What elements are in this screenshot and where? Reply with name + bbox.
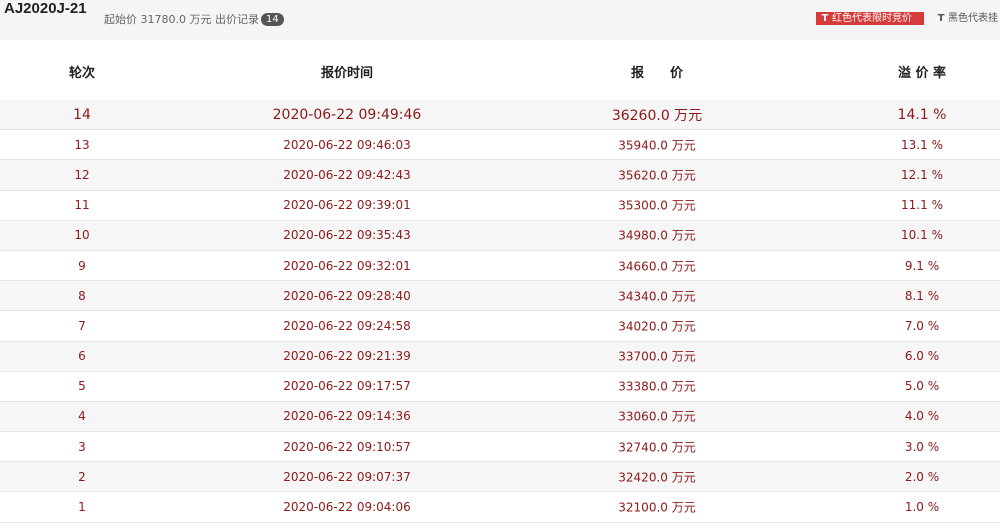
premium-cell: 10.1 % [901, 228, 943, 243]
price-cell: 35620.0 万元 [618, 168, 696, 183]
time-cell: 2020-06-22 09:10:57 [283, 439, 411, 454]
premium-cell: 2.0 % [904, 469, 940, 484]
price-cell: 35300.0 万元 [618, 198, 696, 213]
table-row: 8 2020-06-22 09:28:40 34340.0 万元 8.1 % [0, 281, 1000, 312]
table-row: 3 2020-06-22 09:10:57 32740.0 万元 3.0 % [0, 432, 1000, 463]
table-row: 10 2020-06-22 09:35:43 34980.0 万元 10.1 % [0, 220, 1000, 251]
time-cell: 2020-06-22 09:07:37 [283, 469, 411, 484]
round-cell: 5 [78, 379, 86, 394]
table-row: 5 2020-06-22 09:17:57 33380.0 万元 5.0 % [0, 371, 1000, 402]
price-cell: 33060.0 万元 [618, 409, 696, 424]
premium-cell: 11.1 % [901, 198, 943, 213]
top-bar: AJ2020J-21 起始价 31780.0 万元 出价记录 14 T 红色代表限时… [0, 0, 1000, 40]
price-cell: 34020.0 万元 [618, 319, 696, 334]
time-cell: 2020-06-22 09:04:06 [283, 500, 411, 515]
premium-cell: 6.0 % [904, 349, 940, 364]
time-cell: 2020-06-22 09:35:43 [283, 228, 411, 243]
premium-cell: 5.0 % [904, 379, 940, 394]
legend-t-icon-black: T [937, 13, 945, 24]
table-row: 6 2020-06-22 09:21:39 33700.0 万元 6.0 % [0, 341, 1000, 372]
table-row: 1 2020-06-22 09:04:06 32100.0 万元 1.0 % [0, 492, 1000, 523]
time-cell: 2020-06-22 09:21:39 [283, 349, 411, 364]
legend-listing: T 黑色代表挂 [930, 12, 1000, 25]
time-cell: 2020-06-22 09:49:46 [272, 106, 422, 123]
round-cell: 1 [78, 500, 86, 515]
start-price-unit: 万元 [189, 13, 212, 26]
round-cell: 11 [74, 198, 90, 213]
time-cell: 2020-06-22 09:24:58 [283, 318, 411, 333]
price-cell: 34660.0 万元 [618, 259, 696, 274]
legend-timed-bidding: T 红色代表限时竞价 [816, 12, 924, 25]
legend-t-icon: T [821, 13, 829, 24]
round-cell: 6 [78, 349, 86, 364]
premium-cell: 12.1 % [901, 167, 943, 182]
column-header-time: 报价时间 [320, 66, 374, 81]
table-header: 轮次 报价时间 报 价 溢 价 率 [0, 40, 1000, 101]
premium-cell: 3.0 % [904, 439, 940, 454]
table-row: 14 2020-06-22 09:49:46 36260.0 万元 14.1 % [0, 100, 1000, 131]
premium-cell: 8.1 % [904, 288, 940, 303]
price-cell: 34340.0 万元 [618, 289, 696, 304]
time-cell: 2020-06-22 09:32:01 [283, 258, 411, 273]
legend-red-text: 红色代表限时竞价 [832, 13, 912, 24]
table-row: 4 2020-06-22 09:14:36 33060.0 万元 4.0 % [0, 401, 1000, 433]
premium-cell: 9.1 % [904, 258, 940, 273]
price-cell: 36260.0 万元 [611, 107, 703, 124]
table-row: 9 2020-06-22 09:32:01 34660.0 万元 9.1 % [0, 250, 1000, 282]
price-cell: 32420.0 万元 [618, 470, 696, 485]
column-header-price: 报 价 [630, 66, 684, 81]
round-cell: 14 [73, 106, 91, 123]
price-cell: 33700.0 万元 [618, 349, 696, 364]
time-cell: 2020-06-22 09:14:36 [283, 409, 411, 424]
premium-cell: 7.0 % [904, 318, 940, 333]
bid-table-body: 14 2020-06-22 09:49:46 36260.0 万元 14.1 % 13 2… [0, 100, 1000, 523]
round-cell: 3 [78, 439, 86, 454]
column-header-round: 轮次 [68, 66, 96, 81]
bid-count-badge: 14 [261, 13, 284, 26]
time-cell: 2020-06-22 09:17:57 [283, 379, 411, 394]
premium-cell: 4.0 % [904, 409, 940, 424]
round-cell: 13 [74, 137, 90, 152]
column-header-premium: 溢 价 率 [897, 66, 947, 81]
time-cell: 2020-06-22 09:42:43 [283, 167, 411, 182]
table-row: 11 2020-06-22 09:39:01 35300.0 万元 11.1 % [0, 190, 1000, 221]
lot-code: AJ2020J-21 [4, 0, 87, 17]
table-row: 2 2020-06-22 09:07:37 32420.0 万元 2.0 % [0, 462, 1000, 493]
time-cell: 2020-06-22 09:28:40 [283, 288, 411, 303]
table-row: 13 2020-06-22 09:46:03 35940.0 万元 13.1 % [0, 130, 1000, 161]
time-cell: 2020-06-22 09:39:01 [283, 198, 411, 213]
premium-cell: 1.0 % [904, 500, 940, 515]
start-price-value: 31780.0 [140, 13, 187, 26]
legend-black-text: 黑色代表挂 [948, 13, 998, 24]
start-price-info: 起始价 31780.0 万元 出价记录 14 [104, 11, 284, 27]
price-cell: 32100.0 万元 [618, 500, 696, 515]
table-row: 7 2020-06-22 09:24:58 34020.0 万元 7.0 % [0, 311, 1000, 342]
time-cell: 2020-06-22 09:46:03 [283, 137, 411, 152]
price-cell: 33380.0 万元 [618, 379, 696, 394]
start-price-label: 起始价 [104, 13, 137, 26]
price-cell: 35940.0 万元 [618, 138, 696, 153]
price-cell: 32740.0 万元 [618, 440, 696, 455]
round-cell: 10 [74, 228, 90, 243]
round-cell: 12 [74, 167, 90, 182]
price-cell: 34980.0 万元 [618, 228, 696, 243]
round-cell: 9 [78, 258, 86, 273]
round-cell: 4 [78, 409, 86, 424]
round-cell: 8 [78, 288, 86, 303]
table-row: 12 2020-06-22 09:42:43 35620.0 万元 12.1 % [0, 160, 1000, 191]
bid-record-link[interactable]: 出价记录 [215, 13, 259, 26]
premium-cell: 13.1 % [901, 137, 943, 152]
round-cell: 7 [78, 318, 86, 333]
premium-cell: 14.1 % [897, 106, 947, 123]
round-cell: 2 [78, 469, 86, 484]
